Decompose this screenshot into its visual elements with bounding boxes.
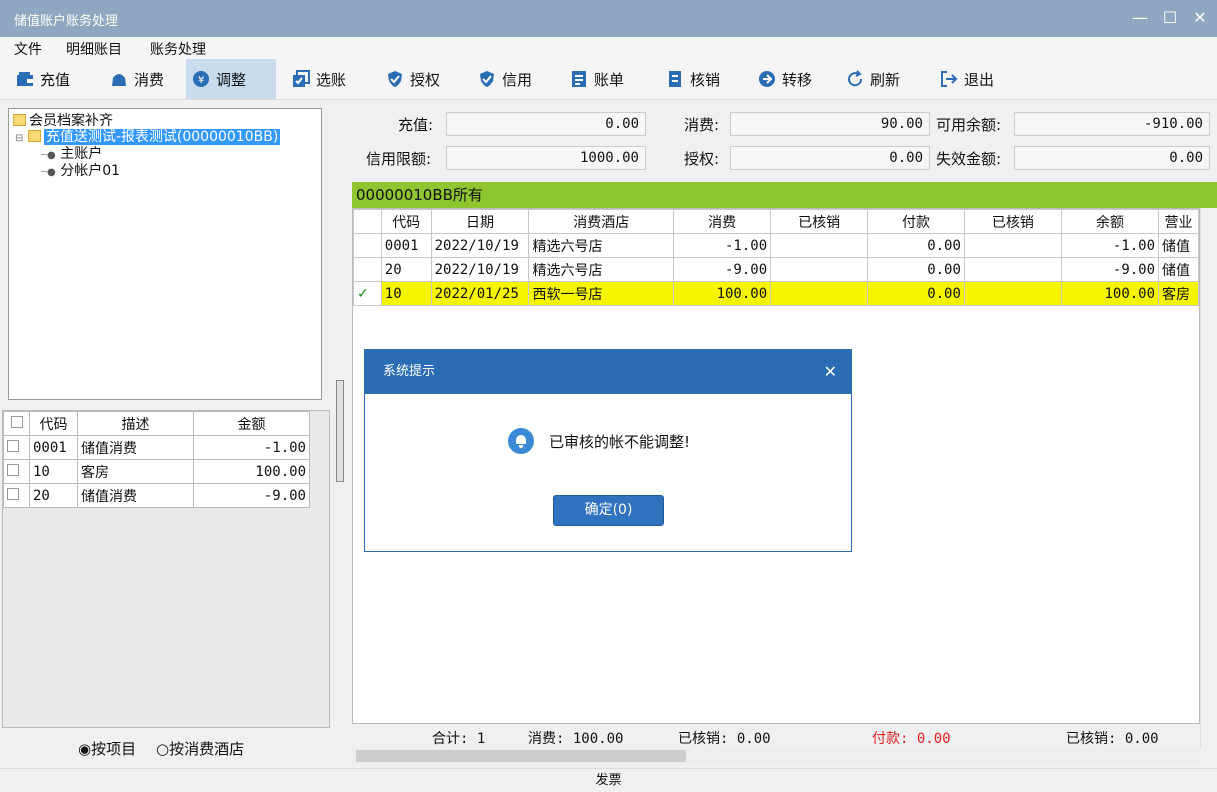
toolbar-consume-button[interactable]: 消费 xyxy=(104,59,170,99)
tree-member-node[interactable]: ⊟ 充值送测试-报表测试(00000010BB) xyxy=(15,129,281,147)
account-summary: 充值: 0.00 消费: 90.00 可用余额: -910.00 信用限额: 1… xyxy=(352,100,1217,178)
expired-amount-field: 0.00 xyxy=(1014,146,1210,170)
group-by-radios: ◉按项目 ○按消费酒店 xyxy=(0,730,345,766)
vertical-scrollbar[interactable] xyxy=(1200,208,1217,748)
row-checkbox[interactable] xyxy=(7,463,19,476)
total-consume: 消费: 100.00 xyxy=(528,731,624,747)
total-writeoff-2: 已核销: 0.00 xyxy=(1066,731,1159,747)
system-prompt-dialog: 系统提示 ✕ 已审核的帐不能调整! 确定(0) xyxy=(364,349,852,552)
table-row[interactable]: 10 客房 100.00 xyxy=(3,459,310,484)
toolbar: 充值 消费 ¥ 调整 选账 授权 信用 账单 核销 转移 刷新 退出 xyxy=(0,59,1217,100)
exit-icon xyxy=(940,70,958,88)
radio-by-item[interactable]: ◉按项目 xyxy=(78,738,136,759)
select-account-icon xyxy=(292,70,310,88)
col-balance[interactable]: 余额 xyxy=(1060,209,1160,234)
toolbar-exit-button[interactable]: 退出 xyxy=(934,59,1000,99)
shield-check-icon xyxy=(386,70,404,88)
folder-icon xyxy=(27,130,41,142)
dialog-close-icon[interactable]: ✕ xyxy=(824,350,837,394)
toolbar-adjust-button[interactable]: ¥ 调整 xyxy=(186,59,276,99)
consume-field: 90.00 xyxy=(730,112,930,136)
dialog-title: 系统提示 xyxy=(383,364,436,379)
authorization-field: 0.00 xyxy=(730,146,930,170)
tree-root[interactable]: 会员档案补齐 xyxy=(13,113,113,129)
dialog-ok-button[interactable]: 确定(0) xyxy=(553,495,664,526)
toolbar-recharge-button[interactable]: 充值 xyxy=(10,59,76,99)
radio-by-hotel[interactable]: ○按消费酒店 xyxy=(156,738,244,759)
shield-icon xyxy=(478,70,496,88)
horizontal-scrollbar[interactable] xyxy=(352,748,1200,765)
credit-limit-field: 1000.00 xyxy=(446,146,646,170)
col-payment[interactable]: 付款 xyxy=(867,209,965,234)
adjust-icon: ¥ xyxy=(192,70,210,88)
tree-account-main[interactable]: ┈● 主账户 xyxy=(41,146,102,164)
tree-leaf-icon: ┈● xyxy=(41,167,56,178)
col-desc[interactable]: 描述 xyxy=(77,411,194,436)
total-payment: 付款: 0.00 xyxy=(872,731,951,747)
status-invoice[interactable]: 发票 xyxy=(595,773,621,788)
checkmark-icon: ✓ xyxy=(353,281,382,306)
menu-file[interactable]: 文件 xyxy=(14,39,42,59)
wallet-icon xyxy=(16,70,34,88)
toolbar-refresh-button[interactable]: 刷新 xyxy=(840,59,906,99)
collapse-icon[interactable]: ⊟ xyxy=(15,133,23,144)
col-hotel[interactable]: 消费酒店 xyxy=(528,209,674,234)
toolbar-writeoff-button[interactable]: 核销 xyxy=(660,59,726,99)
table-row[interactable]: 20 储值消费 -9.00 xyxy=(3,483,310,508)
folder-icon xyxy=(13,114,26,126)
toolbar-select-account-button[interactable]: 选账 xyxy=(286,59,352,99)
table-row[interactable]: 0001 储值消费 -1.00 xyxy=(3,435,310,460)
total-writeoff-1: 已核销: 0.00 xyxy=(678,731,771,747)
item-grid: 代码 描述 金额 0001 储值消费 -1.00 10 客房 100.00 20… xyxy=(2,410,330,728)
row-checkbox[interactable] xyxy=(7,487,19,500)
col-writeoff-1[interactable]: 已核销 xyxy=(770,209,869,234)
col-code[interactable]: 代码 xyxy=(29,411,78,436)
tree-account-sub[interactable]: ┈● 分帐户01 xyxy=(41,163,120,181)
toolbar-credit-button[interactable]: 信用 xyxy=(472,59,538,99)
recharge-field: 0.00 xyxy=(446,112,646,136)
maximize-button[interactable]: ☐ xyxy=(1158,6,1182,30)
tree-leaf-icon: ┈● xyxy=(41,150,56,161)
toolbar-transfer-button[interactable]: 转移 xyxy=(752,59,818,99)
refresh-icon xyxy=(846,70,864,88)
menu-bar: 文件 明细账目 账务处理 xyxy=(0,37,1217,59)
member-tree: 会员档案补齐 ⊟ 充值送测试-报表测试(00000010BB) ┈● 主账户 ┈… xyxy=(8,108,322,400)
menu-accounting[interactable]: 账务处理 xyxy=(150,39,206,59)
writeoff-icon xyxy=(666,70,684,88)
bell-icon xyxy=(508,428,534,454)
bag-icon xyxy=(110,70,128,88)
minimize-button[interactable]: — xyxy=(1128,6,1152,30)
scrollbar-thumb[interactable] xyxy=(356,750,686,762)
svg-text:¥: ¥ xyxy=(198,75,204,86)
col-writeoff-2[interactable]: 已核销 xyxy=(963,209,1062,234)
window-title: 储值账户账务处理 xyxy=(14,14,119,29)
dialog-message: 已审核的帐不能调整! xyxy=(549,433,691,451)
toolbar-authorize-button[interactable]: 授权 xyxy=(380,59,446,99)
table-row-selected[interactable]: ✓ 10 2022/01/25 西软一号店 100.00 0.00 100.00… xyxy=(353,281,1199,306)
col-consume[interactable]: 消费 xyxy=(672,209,772,234)
menu-detail[interactable]: 明细账目 xyxy=(66,39,122,59)
col-code[interactable]: 代码 xyxy=(380,209,432,234)
table-row[interactable]: 20 2022/10/19 精选六号店 -9.00 0.00 -9.00 储值 xyxy=(353,257,1199,282)
row-checkbox[interactable] xyxy=(7,439,19,452)
totals-bar: 合计: 1 消费: 100.00 已核销: 0.00 付款: 0.00 已核销:… xyxy=(352,724,1200,748)
dialog-header: 系统提示 ✕ xyxy=(365,350,851,394)
title-bar: 储值账户账务处理 — ☐ ✕ xyxy=(0,0,1217,37)
col-business[interactable]: 营业 xyxy=(1158,209,1199,234)
arrow-right-icon xyxy=(758,70,776,88)
account-header: 00000010BB所有 xyxy=(352,182,1217,208)
panel-splitter[interactable] xyxy=(336,380,344,482)
total-count: 合计: 1 xyxy=(432,731,486,747)
col-date[interactable]: 日期 xyxy=(430,209,530,234)
available-balance-field: -910.00 xyxy=(1014,112,1210,136)
bill-icon xyxy=(570,70,588,88)
select-all-checkbox[interactable] xyxy=(10,415,23,428)
table-row[interactable]: 0001 2022/10/19 精选六号店 -1.00 0.00 -1.00 储… xyxy=(353,233,1199,258)
close-button[interactable]: ✕ xyxy=(1188,6,1212,30)
toolbar-bill-button[interactable]: 账单 xyxy=(564,59,630,99)
col-amount[interactable]: 金额 xyxy=(193,411,310,436)
status-bar: 发票 xyxy=(0,768,1217,792)
